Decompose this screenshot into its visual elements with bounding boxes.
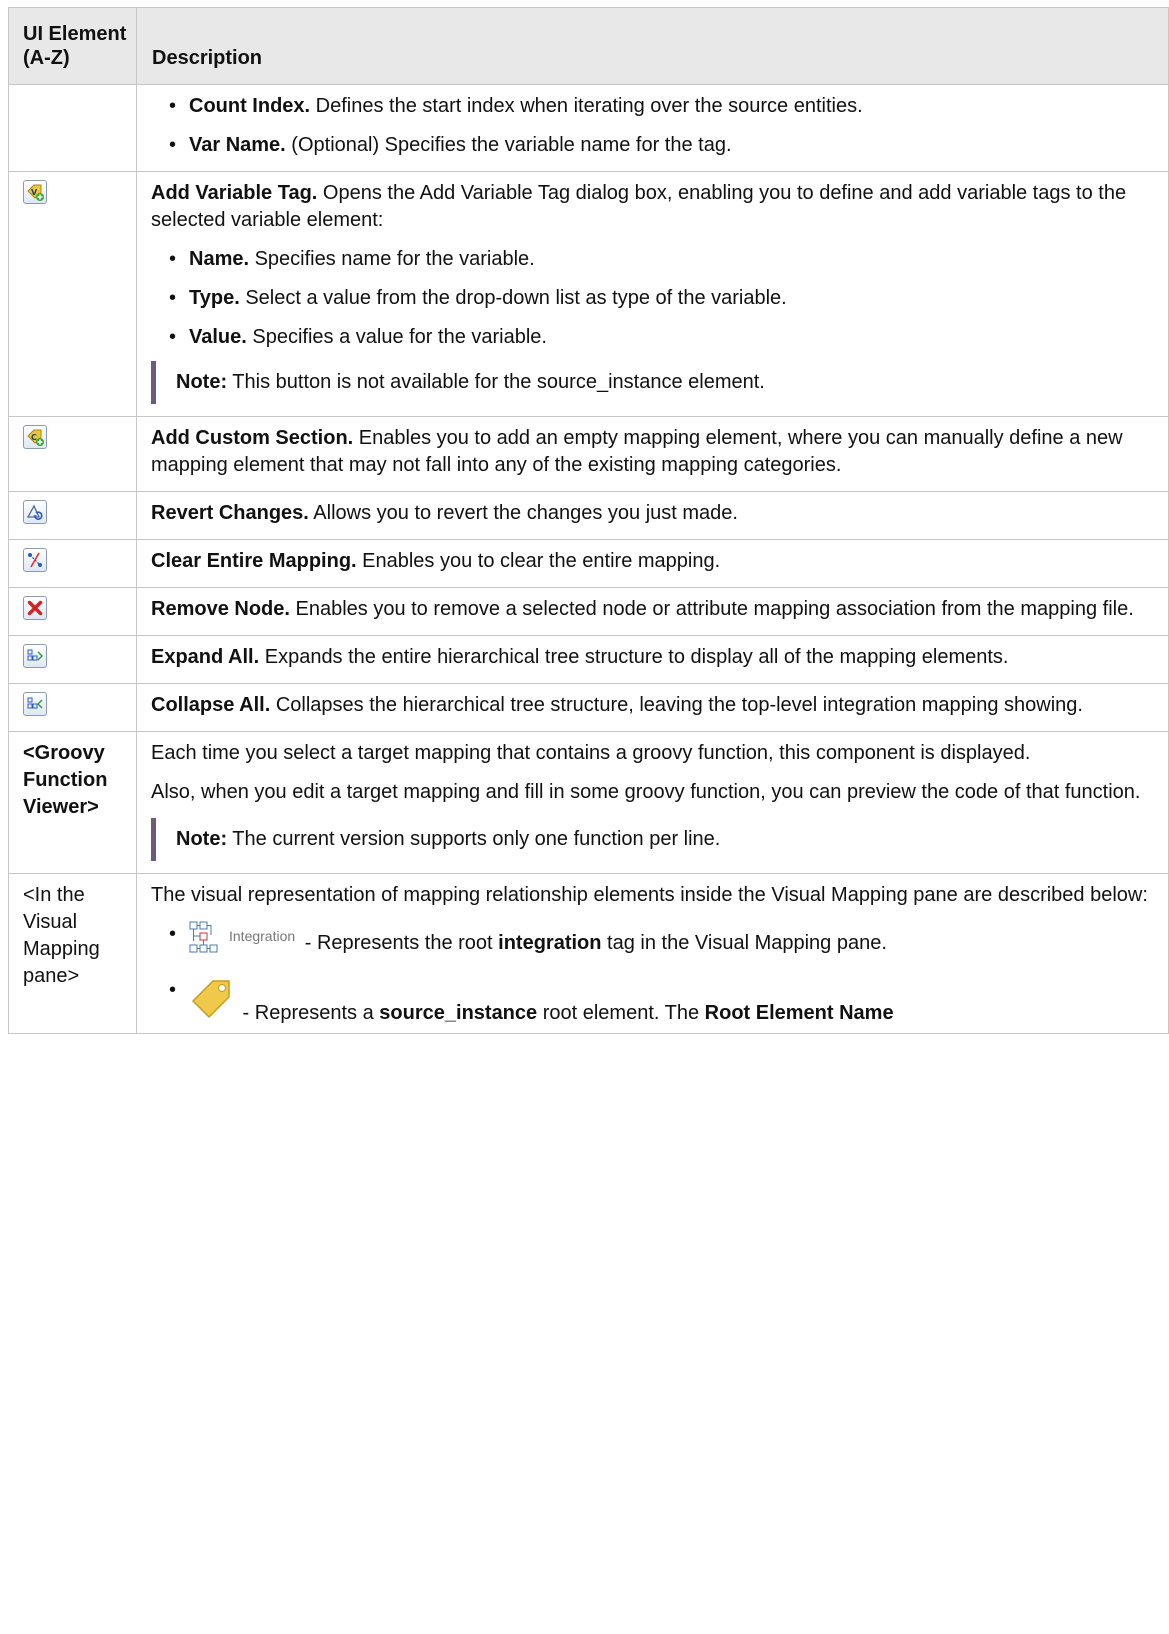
table-header-row: UI Element (A-Z) Description <box>8 7 1169 85</box>
add-custom-section-icon[interactable]: C <box>23 425 47 449</box>
paragraph: Add Variable Tag. Opens the Add Variable… <box>151 180 1158 234</box>
description-cell: Revert Changes. Allows you to revert the… <box>136 491 1169 540</box>
definition: (Optional) Specifies the variable name f… <box>285 134 732 156</box>
element-cell-empty <box>8 84 137 172</box>
element-title: Clear Entire Mapping. <box>151 550 357 572</box>
clear-mapping-icon[interactable] <box>23 548 47 572</box>
element-cell <box>8 635 137 684</box>
paragraph: Each time you select a target mapping th… <box>151 742 1031 764</box>
element-text: Enables you to remove a selected node or… <box>289 598 1134 620</box>
term: integration <box>498 932 602 954</box>
element-cell <box>8 587 137 636</box>
term: Root Element Name <box>704 1002 894 1024</box>
table-row: <Groovy Function Viewer> Each time you s… <box>8 731 1169 874</box>
term: Type. <box>189 287 240 309</box>
description-cell: Collapse All. Collapses the hierarchical… <box>136 683 1169 732</box>
element-text: Allows you to revert the changes you jus… <box>308 502 738 524</box>
paragraph: Also, when you edit a target mapping and… <box>151 781 1141 803</box>
term: Count Index. <box>189 95 311 117</box>
element-text: Enables you to clear the entire mapping. <box>356 550 721 572</box>
list-item: Var Name. (Optional) Specifies the varia… <box>151 132 1158 159</box>
list-item: Integration - Represents the root integr… <box>151 921 1158 963</box>
table-row: <In the Visual Mapping pane> The visual … <box>8 873 1169 1034</box>
text: root element. The <box>537 1002 705 1024</box>
element-title: Revert Changes. <box>151 502 309 524</box>
note-box: Note: This button is not available for t… <box>151 361 1158 404</box>
description-cell: Remove Node. Enables you to remove a sel… <box>136 587 1169 636</box>
integration-icon-label: Integration <box>229 928 296 944</box>
term: Value. <box>189 326 247 348</box>
element-name: <Groovy Function Viewer> <box>8 731 137 874</box>
description-cell: Count Index. Defines the start index whe… <box>136 84 1169 172</box>
ui-elements-table: UI Element (A-Z) Description Count Index… <box>8 7 1169 1034</box>
description-cell: Clear Entire Mapping. Enables you to cle… <box>136 539 1169 588</box>
description-cell: Add Custom Section. Enables you to add a… <box>136 416 1169 492</box>
element-cell: V <box>8 171 137 417</box>
header-ui-element: UI Element (A-Z) <box>8 7 137 85</box>
element-title: Add Variable Tag. <box>151 182 318 204</box>
paragraph: The visual representation of mapping rel… <box>151 884 1148 906</box>
table-row: Expand All. Expands the entire hierarchi… <box>8 635 1169 684</box>
element-text: Expands the entire hierarchical tree str… <box>259 646 1009 668</box>
list-item: Count Index. Defines the start index whe… <box>151 93 1158 120</box>
add-variable-tag-icon[interactable]: V <box>23 180 47 204</box>
table-row: Clear Entire Mapping. Enables you to cle… <box>8 539 1169 588</box>
text: - Represents the root <box>299 932 499 954</box>
table-row: C Add Custom Section. Enables you to add… <box>8 416 1169 492</box>
description-cell: Each time you select a target mapping th… <box>136 731 1169 874</box>
term: Var Name. <box>189 134 286 156</box>
table-row: V Add Variable Tag. Opens the Add Variab… <box>8 171 1169 417</box>
element-title: Collapse All. <box>151 694 271 716</box>
text: - Represents a <box>237 1002 380 1024</box>
element-title: Remove Node. <box>151 598 290 620</box>
source-instance-tag-icon <box>189 977 233 1029</box>
bullet-list: Name. Specifies name for the variable. T… <box>151 246 1158 351</box>
element-title: Add Custom Section. <box>151 427 354 449</box>
note-text: The current version supports only one fu… <box>227 828 721 850</box>
collapse-all-icon[interactable] <box>23 692 47 716</box>
header-description: Description <box>136 7 1169 85</box>
definition: Defines the start index when iterating o… <box>310 95 863 117</box>
element-cell <box>8 683 137 732</box>
element-text: Collapses the hierarchical tree structur… <box>270 694 1083 716</box>
list-item: Type. Select a value from the drop-down … <box>151 285 1158 312</box>
term: Name. <box>189 248 250 270</box>
list-item: Value. Specifies a value for the variabl… <box>151 324 1158 351</box>
table-row: Count Index. Defines the start index whe… <box>8 84 1169 172</box>
description-cell: Add Variable Tag. Opens the Add Variable… <box>136 171 1169 417</box>
table-row: Remove Node. Enables you to remove a sel… <box>8 587 1169 636</box>
element-cell <box>8 539 137 588</box>
remove-node-icon[interactable] <box>23 596 47 620</box>
term: source_instance <box>379 1002 538 1024</box>
description-cell: The visual representation of mapping rel… <box>136 873 1169 1034</box>
svg-text:C: C <box>31 433 37 442</box>
note-box: Note: The current version supports only … <box>151 818 1158 861</box>
text: tag in the Visual Mapping pane. <box>601 932 887 954</box>
table-row: Revert Changes. Allows you to revert the… <box>8 491 1169 540</box>
table-row: Collapse All. Collapses the hierarchical… <box>8 683 1169 732</box>
definition: Select a value from the drop-down list a… <box>239 287 787 309</box>
list-item: Name. Specifies name for the variable. <box>151 246 1158 273</box>
description-cell: Expand All. Expands the entire hierarchi… <box>136 635 1169 684</box>
bullet-list: Count Index. Defines the start index whe… <box>151 93 1158 159</box>
note-label: Note: <box>176 828 228 850</box>
element-name: <In the Visual Mapping pane> <box>8 873 137 1034</box>
expand-all-icon[interactable] <box>23 644 47 668</box>
definition: Specifies name for the variable. <box>249 248 535 270</box>
definition: Specifies a value for the variable. <box>246 326 547 348</box>
element-cell <box>8 491 137 540</box>
element-title: Expand All. <box>151 646 260 668</box>
revert-changes-icon[interactable] <box>23 500 47 524</box>
integration-tree-icon <box>189 921 223 963</box>
bullet-list: Integration - Represents the root integr… <box>151 921 1158 1029</box>
note-text: This button is not available for the sou… <box>227 371 765 393</box>
note-label: Note: <box>176 371 228 393</box>
list-item: - Represents a source_instance root elem… <box>151 977 1158 1029</box>
element-cell: C <box>8 416 137 492</box>
